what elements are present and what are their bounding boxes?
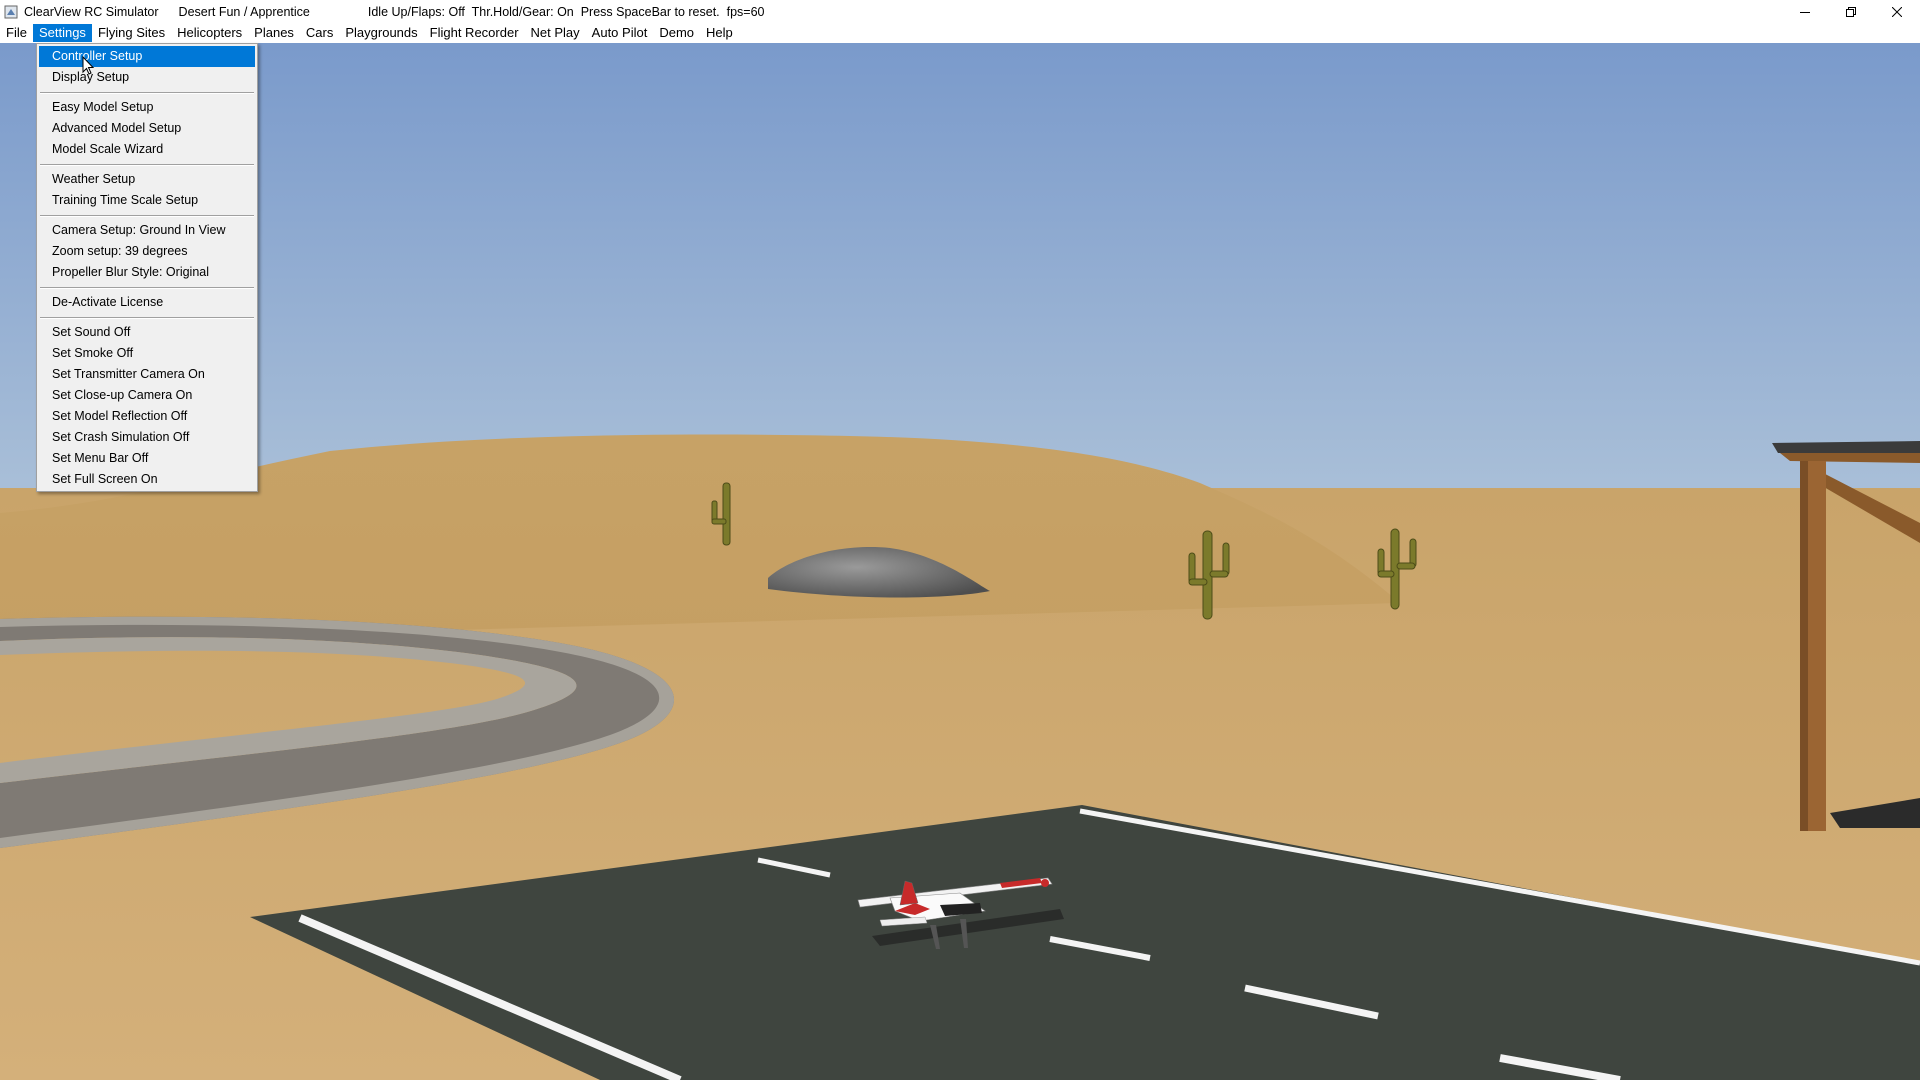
menu-set-transmitter-camera-on[interactable]: Set Transmitter Camera On [39, 364, 255, 385]
menu-training-time-scale-setup[interactable]: Training Time Scale Setup [39, 190, 255, 211]
menu-display-setup[interactable]: Display Setup [39, 67, 255, 88]
menu-flying-sites[interactable]: Flying Sites [92, 24, 171, 42]
menu-net-play[interactable]: Net Play [525, 24, 586, 42]
menu-help[interactable]: Help [700, 24, 739, 42]
menu-helicopters[interactable]: Helicopters [171, 24, 248, 42]
menu-settings[interactable]: Settings [32, 24, 92, 42]
menu-playgrounds[interactable]: Playgrounds [339, 24, 423, 42]
menu-separator [40, 215, 254, 217]
menu-set-crash-simulation-off[interactable]: Set Crash Simulation Off [39, 427, 255, 448]
status-text: Idle Up/Flaps: Off Thr.Hold/Gear: On Pre… [367, 4, 765, 19]
simulator-viewport[interactable] [0, 43, 1920, 1080]
menu-flight-recorder[interactable]: Flight Recorder [424, 24, 525, 42]
menu-planes[interactable]: Planes [248, 24, 300, 42]
menu-zoom-setup[interactable]: Zoom setup: 39 degrees [39, 241, 255, 262]
menu-cars[interactable]: Cars [300, 24, 339, 42]
menu-propeller-blur-style[interactable]: Propeller Blur Style: Original [39, 262, 255, 283]
restore-icon[interactable] [1828, 0, 1874, 23]
window-controls [1782, 0, 1920, 23]
menu-set-menu-bar-off[interactable]: Set Menu Bar Off [39, 448, 255, 469]
menu-separator [40, 287, 254, 289]
menu-advanced-model-setup[interactable]: Advanced Model Setup [39, 118, 255, 139]
mouse-cursor-icon [82, 55, 96, 76]
site-title: Desert Fun / Apprentice [178, 4, 310, 19]
menu-separator [40, 317, 254, 319]
minimize-icon[interactable] [1782, 0, 1828, 23]
close-icon[interactable] [1874, 0, 1920, 23]
title-bar: ClearView RC Simulator Desert Fun / Appr… [0, 0, 1920, 23]
menu-weather-setup[interactable]: Weather Setup [39, 169, 255, 190]
menu-auto-pilot[interactable]: Auto Pilot [586, 24, 654, 42]
menu-separator [40, 92, 254, 94]
menu-set-smoke-off[interactable]: Set Smoke Off [39, 343, 255, 364]
menu-camera-setup[interactable]: Camera Setup: Ground In View [39, 220, 255, 241]
menu-deactivate-license[interactable]: De-Activate License [39, 292, 255, 313]
menu-set-full-screen-on[interactable]: Set Full Screen On [39, 469, 255, 490]
menu-bar: File Settings Flying Sites Helicopters P… [0, 23, 1920, 43]
menu-set-close-up-camera-on[interactable]: Set Close-up Camera On [39, 385, 255, 406]
settings-dropdown-menu: Controller Setup Display Setup Easy Mode… [36, 43, 258, 492]
menu-file[interactable]: File [0, 24, 33, 42]
menu-set-model-reflection-off[interactable]: Set Model Reflection Off [39, 406, 255, 427]
app-title: ClearView RC Simulator [24, 4, 159, 19]
menu-separator [40, 164, 254, 166]
menu-easy-model-setup[interactable]: Easy Model Setup [39, 97, 255, 118]
menu-demo[interactable]: Demo [653, 24, 700, 42]
menu-controller-setup[interactable]: Controller Setup [39, 46, 255, 67]
sky [0, 43, 1920, 493]
app-icon [4, 5, 18, 19]
menu-model-scale-wizard[interactable]: Model Scale Wizard [39, 139, 255, 160]
menu-set-sound-off[interactable]: Set Sound Off [39, 322, 255, 343]
